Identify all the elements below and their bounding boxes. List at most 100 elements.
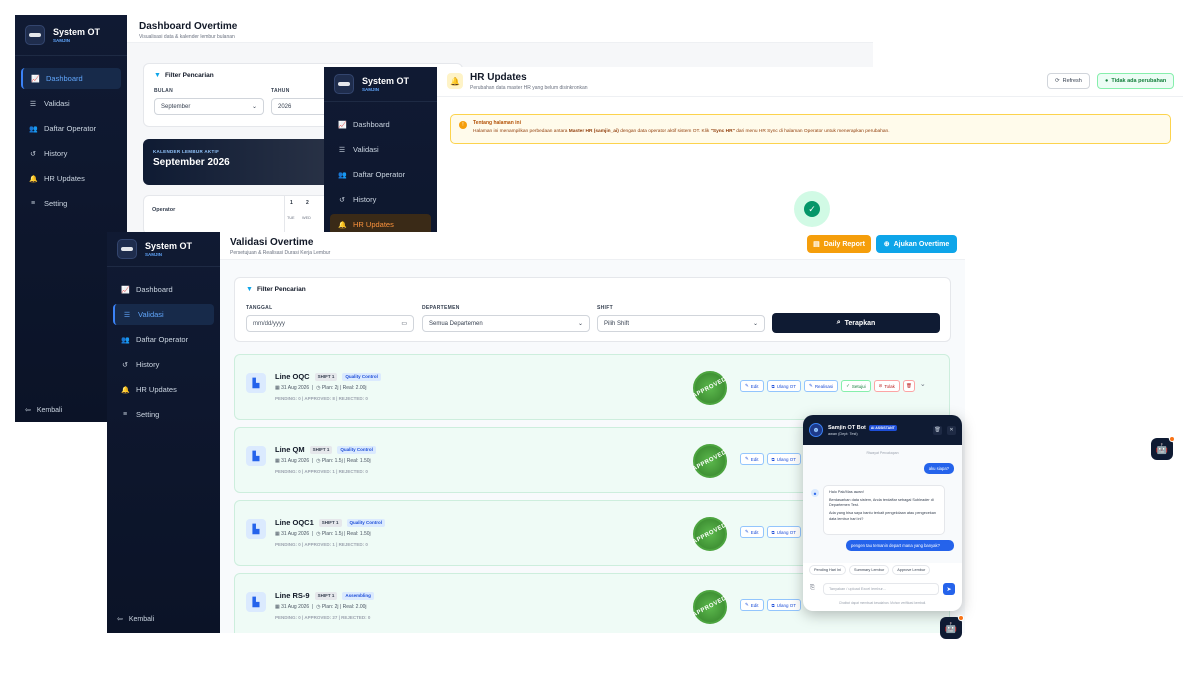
shift-badge: SHIFT 1 <box>314 591 338 600</box>
chip-pending[interactable]: Pending Hari Ini <box>809 565 847 575</box>
history-icon: ↺ <box>30 150 36 158</box>
attach-icon[interactable]: ⎘ <box>810 585 815 592</box>
clock-icon: ◷ <box>316 604 321 610</box>
copy-icon: ⧉ <box>771 529 775 535</box>
line-meta: ▦ 31 Aug 2026 | ◷ Plan: 1.5j | Real: 1.5… <box>275 458 371 464</box>
ajukan-overtime-button[interactable]: ⊕ Ajukan Overtime <box>876 235 957 253</box>
dashboard-header: Dashboard Overtime Visualisasi data & ka… <box>127 15 873 43</box>
edit-button[interactable]: ✎ Edit <box>740 380 764 392</box>
robot-icon: ☻ <box>811 489 819 497</box>
sidebar-item-label: History <box>136 360 160 369</box>
bulan-label: BULAN <box>154 88 173 94</box>
logo-icon <box>117 239 137 259</box>
chip-summary[interactable]: Summary Lembur <box>849 565 890 575</box>
refresh-button[interactable]: ⟳ Refresh <box>1047 73 1090 89</box>
department-badge: Assembling <box>342 591 374 600</box>
brand-sub: SAMJIN <box>145 252 163 257</box>
chevron-down-icon[interactable]: ⌄ <box>920 380 926 392</box>
ulang-ot-button[interactable]: ⧉ Ulang OT <box>766 526 802 538</box>
tanggal-input[interactable]: mm/dd/yyyy ▭ <box>246 315 414 332</box>
trash-icon[interactable]: 🗑 <box>933 425 942 435</box>
chevron-down-icon: ⌄ <box>577 321 583 327</box>
validasi-sidebar: System OT SAMJIN 📈 Dashboard ☰ Validasi 👥 D… <box>107 232 220 633</box>
sidebar-item-history[interactable]: ↺ History <box>330 189 431 210</box>
chatbot-launcher[interactable]: 🤖 <box>1151 436 1175 460</box>
edit-button[interactable]: ✎ Edit <box>740 599 764 611</box>
send-button[interactable]: ➤ <box>943 583 955 595</box>
shift-select[interactable]: Pilih Shift ⌄ <box>597 315 765 332</box>
factory-icon: ▙ <box>246 446 266 466</box>
brand-sub: SAMJIN <box>53 38 71 43</box>
chat-input[interactable]: Tanyakan / upload Excel lembur... <box>823 583 939 595</box>
line-stats: PENDING: 0 | APPROVED: 1 | REJECTED: 0 <box>275 542 368 547</box>
line-meta: ▦ 31 Aug 2026 | ◷ Plan: 2j | Real: 2.00j <box>275 385 367 391</box>
factory-icon: ▙ <box>246 592 266 612</box>
ulang-ot-button[interactable]: ⧉ Ulang OT <box>766 380 802 392</box>
users-icon: 👥 <box>121 336 130 344</box>
edit-button[interactable]: ✎ Edit <box>740 453 764 465</box>
ulang-ot-button[interactable]: ⧉ Ulang OT <box>766 599 802 611</box>
users-icon: 👥 <box>338 171 347 179</box>
sliders-icon: ≡ <box>30 200 36 207</box>
department-badge: Quality Control <box>337 445 376 454</box>
bulan-select[interactable]: September ⌄ <box>154 98 264 115</box>
sidebar-item-setting[interactable]: ≡ Setting <box>113 404 214 425</box>
chat-divider: Riwayat Percakapan <box>866 451 899 455</box>
chevron-down-icon: ⌄ <box>752 321 758 327</box>
filter-title: ▼ Filter Pencarian <box>246 286 306 293</box>
overtime-row[interactable]: ▙ Line OQC SHIFT 1 Quality Control ▦ 31 … <box>234 354 950 420</box>
chip-approve[interactable]: Approve Lembur <box>892 565 931 575</box>
back-button[interactable]: ⇦ Kembali <box>25 406 62 415</box>
line-meta: ▦ 31 Aug 2026 | ◷ Plan: 2j | Real: 2.00j <box>275 604 367 610</box>
sidebar-item-hr-updates[interactable]: 🔔 HR Updates <box>113 379 214 400</box>
ulang-ot-button[interactable]: ⧉ Ulang OT <box>766 453 802 465</box>
departemen-select[interactable]: Semua Departemen ⌄ <box>422 315 590 332</box>
daily-report-button[interactable]: ▤ Daily Report <box>807 235 871 253</box>
chat-header: ☻ Samjin OT Bot AI ASSISTANT awan (Dept: … <box>803 415 962 445</box>
info-box: ! Tentang halaman ini Halaman ini menamp… <box>450 114 1171 144</box>
setujui-button[interactable]: ✓ Setujui <box>841 380 871 392</box>
close-icon[interactable]: ✕ <box>947 425 956 435</box>
realisasi-button[interactable]: ✎ Realisasi <box>804 380 839 392</box>
sidebar-item-label: Validasi <box>44 99 70 108</box>
shift-badge: SHIFT 1 <box>309 445 333 454</box>
chart-icon: 📈 <box>121 286 130 294</box>
tolak-button[interactable]: ⊘ Tolak <box>873 380 900 392</box>
edit-button[interactable]: ✎ Edit <box>740 526 764 538</box>
department-badge: Quality Control <box>346 518 386 527</box>
calendar-icon: ▦ <box>275 458 280 464</box>
sidebar-item-history[interactable]: ↺ History <box>21 143 121 164</box>
line-meta: ▦ 31 Aug 2026 | ◷ Plan: 1.5j | Real: 1.5… <box>275 531 371 537</box>
terapkan-button[interactable]: ⌕ Terapkan <box>772 313 940 333</box>
tahun-select[interactable]: 2026 <box>271 98 331 115</box>
bell-icon: 🔔 <box>447 73 463 89</box>
factory-icon: ▙ <box>246 373 266 393</box>
delete-button[interactable]: 🗑 <box>902 380 915 392</box>
sidebar-item-validasi[interactable]: ☰ Validasi <box>21 93 121 114</box>
line-title: Line OQC SHIFT 1 Quality Control <box>275 372 381 381</box>
chatbot-panel: ☻ Samjin OT Bot AI ASSISTANT awan (Dept: … <box>803 415 962 611</box>
status-badge: ● Tidak ada perubahan <box>1097 73 1175 89</box>
sidebar-item-dashboard[interactable]: 📈 Dashboard <box>113 279 214 300</box>
sidebar-item-dashboard[interactable]: 📈 Dashboard <box>21 68 121 89</box>
sidebar-item-daftar-operator[interactable]: 👥 Daftar Operator <box>21 118 121 139</box>
robot-icon: 🤖 <box>944 622 958 634</box>
chatbot-launcher[interactable]: 🤖 <box>940 615 964 639</box>
back-button[interactable]: ⇦ Kembali <box>117 615 154 624</box>
sidebar-item-label: Validasi <box>138 310 164 319</box>
sidebar-item-setting[interactable]: ≡ Setting <box>21 193 121 214</box>
trash-icon: 🗑 <box>906 383 912 388</box>
brand-title: System OT <box>53 27 101 37</box>
sidebar-item-history[interactable]: ↺ History <box>113 354 214 375</box>
sidebar-item-validasi[interactable]: ☰ Validasi <box>330 139 431 160</box>
sidebar-item-label: Dashboard <box>353 120 390 129</box>
refresh-icon: ⟳ <box>1055 78 1060 84</box>
sidebar-item-dashboard[interactable]: 📈 Dashboard <box>330 114 431 135</box>
sidebar-item-validasi[interactable]: ☰ Validasi <box>113 304 214 325</box>
calendar-icon: ▦ <box>275 385 280 391</box>
clock-icon: ◷ <box>316 531 321 537</box>
plus-circle-icon: ⊕ <box>883 241 890 248</box>
sidebar-item-daftar-operator[interactable]: 👥 Daftar Operator <box>330 164 431 185</box>
sidebar-item-hr-updates[interactable]: 🔔 HR Updates <box>21 168 121 189</box>
sidebar-item-daftar-operator[interactable]: 👥 Daftar Operator <box>113 329 214 350</box>
